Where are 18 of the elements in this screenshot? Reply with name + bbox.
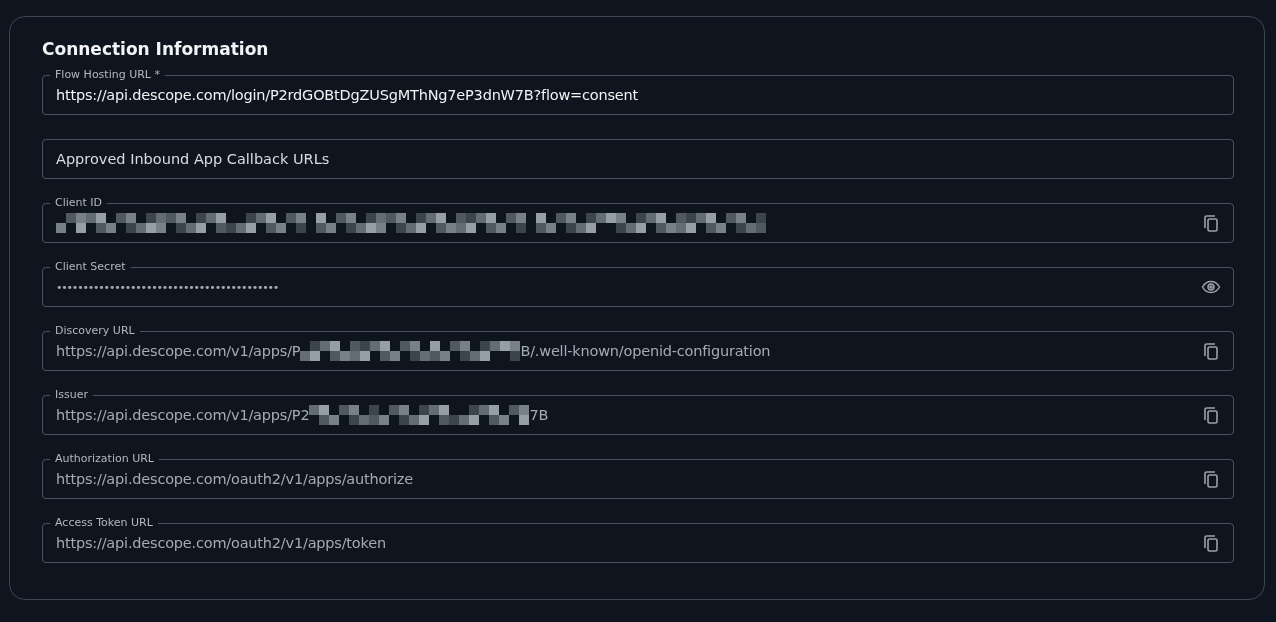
copy-icon[interactable] <box>1201 469 1221 489</box>
field-value: https://api.descope.com/oauth2/v1/apps/token <box>56 535 386 551</box>
field-value: https://api.descope.com/oauth2/v1/apps/authorize <box>56 471 413 487</box>
copy-icon[interactable] <box>1201 341 1221 361</box>
field-value: https://api.descope.com/v1/apps/P <box>56 343 301 359</box>
field-value: https://api.descope.com/v1/apps/P2 <box>56 407 310 423</box>
section-title: Connection Information <box>42 39 270 59</box>
copy-icon[interactable] <box>1201 213 1221 233</box>
field-value: https://api.descope.com/login/P2rdGOBtDgZUSgMThNg7eP3dnW7B?flow=consent <box>56 87 639 103</box>
field-placeholder: Approved Inbound App Callback URLs <box>56 151 330 167</box>
field-value: •••••••••••••••••••••••••••••••••••••••••• <box>56 280 279 294</box>
field-value: B/.well-known/openid-configuration <box>520 343 771 359</box>
field-label: Flow Hosting URL * <box>50 68 165 82</box>
field-label: Discovery URL <box>50 324 140 338</box>
copy-icon[interactable] <box>1201 405 1221 425</box>
copy-icon[interactable] <box>1201 533 1221 553</box>
input-field[interactable]: Approved Inbound App Callback URLs <box>42 139 1234 179</box>
field-value: 7B <box>529 407 549 423</box>
